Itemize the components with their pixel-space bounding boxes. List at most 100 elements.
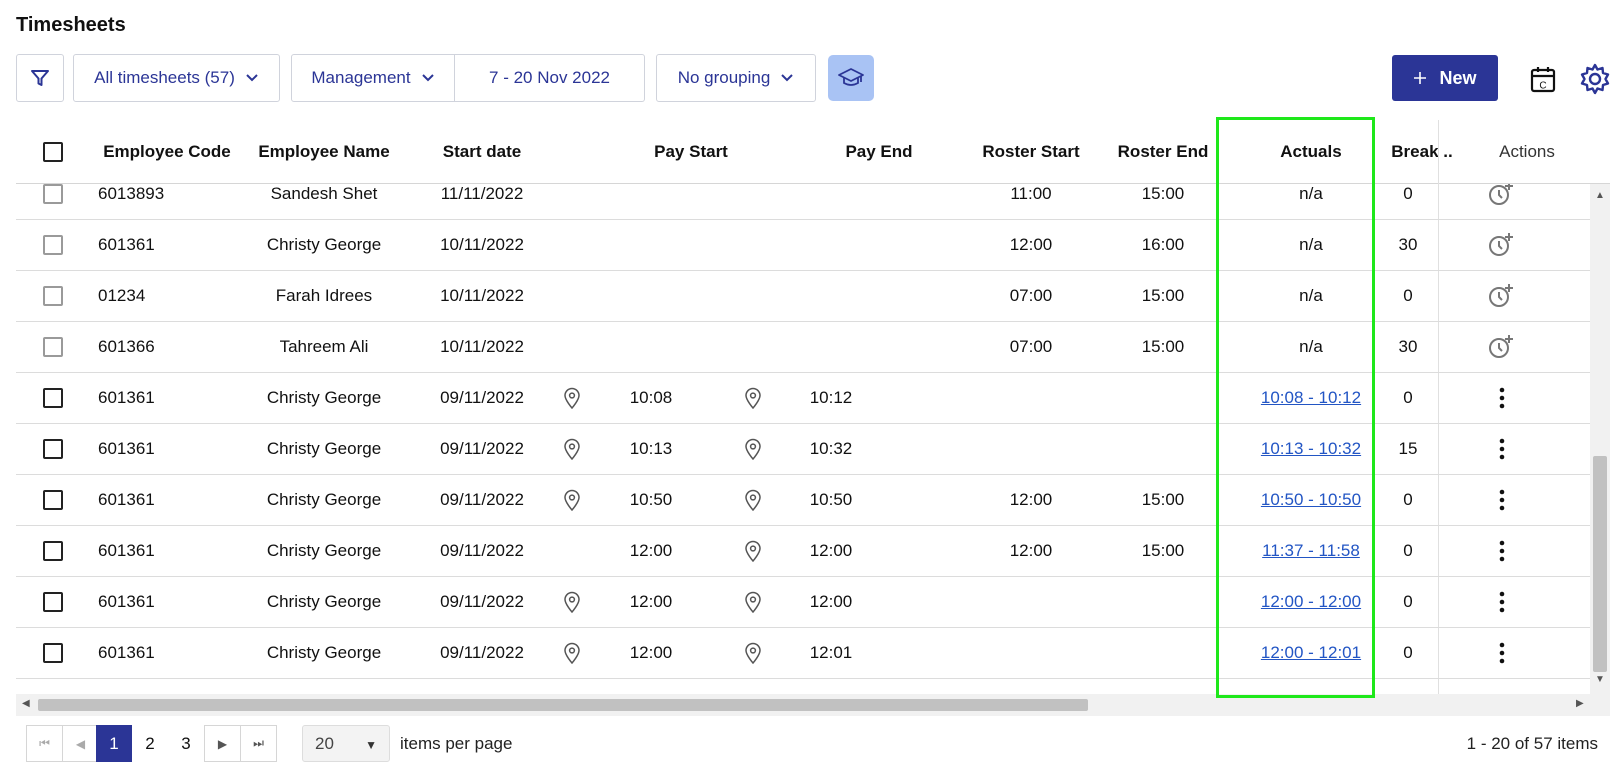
clock-plus-icon[interactable] (1486, 321, 1516, 372)
row-checkbox[interactable] (43, 540, 63, 561)
location-pin-icon[interactable] (562, 627, 582, 678)
location-pin-icon[interactable] (743, 525, 763, 576)
actuals-link[interactable]: 11:37 - 11:58 (1262, 541, 1360, 561)
break-minutes: 15 (1398, 438, 1418, 458)
grouping-dropdown[interactable]: No grouping (656, 54, 816, 102)
actuals-link[interactable]: 10:08 - 10:12 (1261, 388, 1361, 408)
row-checkbox[interactable] (43, 591, 63, 612)
pay-end: 10:32 (809, 438, 853, 458)
row-checkbox[interactable] (43, 234, 63, 255)
filter-button[interactable] (16, 54, 64, 102)
clock-plus-icon[interactable] (1486, 184, 1516, 219)
pay-end: 10:50 (809, 489, 853, 509)
row-checkbox[interactable] (43, 184, 63, 204)
location-pin-icon[interactable] (743, 576, 763, 627)
roster-end (1108, 627, 1218, 678)
employee-name: Christy George (266, 489, 382, 509)
location-pin-icon[interactable] (743, 372, 763, 423)
range-info: 1 - 20 of 57 items (1466, 734, 1598, 753)
table-row[interactable]: 6013893 Sandesh Shet 11/11/2022 11:00 15:00 n… (16, 184, 1590, 220)
kebab-menu-icon[interactable] (1492, 474, 1512, 525)
actuals-value: n/a (1299, 336, 1323, 356)
new-button-label: New (1439, 67, 1477, 88)
horizontal-scroll-thumb[interactable] (38, 699, 1088, 711)
vertical-scroll-thumb[interactable] (1593, 456, 1607, 672)
calendar-button[interactable]: C (1528, 64, 1558, 94)
row-checkbox[interactable] (43, 642, 63, 663)
training-button[interactable] (828, 55, 874, 101)
date-range-label: 7 - 20 Nov 2022 (489, 68, 610, 87)
pay-end (796, 184, 866, 219)
timesheet-filter-dropdown[interactable]: All timesheets (57) (73, 54, 280, 102)
row-checkbox-cell (40, 576, 66, 627)
page-2-button[interactable]: 2 (132, 725, 168, 762)
col-start-date[interactable]: Start date (416, 120, 548, 183)
scroll-left-icon[interactable]: ◀ (22, 698, 30, 709)
table-row[interactable]: 01234 Farah Idrees 10/11/2022 07:00 15:00 n/a… (16, 270, 1590, 322)
table-row[interactable]: 601361 Christy George 09/11/2022 10:08 10:12… (16, 372, 1590, 424)
settings-button[interactable] (1578, 62, 1612, 96)
col-employee-code[interactable]: Employee Code (96, 120, 238, 183)
date-range-picker[interactable]: 7 - 20 Nov 2022 (455, 54, 645, 102)
row-checkbox[interactable] (43, 438, 63, 459)
table-row[interactable]: 601361 Christy George 09/11/2022 12:00 12:00… (16, 525, 1590, 577)
row-checkbox[interactable] (43, 489, 63, 510)
scroll-down-icon[interactable]: ▼ (1595, 674, 1605, 685)
prev-page-button[interactable]: ◀ (62, 725, 99, 762)
col-break[interactable]: Break .. (1388, 120, 1456, 183)
row-checkbox[interactable] (43, 285, 63, 306)
first-page-button[interactable]: ⏮ (26, 725, 63, 762)
table-row[interactable]: 601361 Christy George 09/11/2022 10:50 10:50… (16, 474, 1590, 526)
actuals-link[interactable]: 12:00 - 12:01 (1261, 643, 1361, 663)
actuals-link[interactable]: 10:13 - 10:32 (1261, 439, 1361, 459)
location-pin-icon[interactable] (743, 474, 763, 525)
horizontal-scrollbar[interactable]: ◀ ▶ (16, 694, 1610, 716)
location-pin-icon[interactable] (743, 423, 763, 474)
row-checkbox-cell (40, 627, 66, 678)
actuals-cell: 11:37 - 11:58 (1236, 525, 1386, 576)
page-1-button[interactable]: 1 (96, 725, 132, 762)
col-pay-end[interactable]: Pay End (834, 120, 924, 183)
vertical-scrollbar[interactable]: ▲ ▼ (1590, 184, 1610, 694)
table-row[interactable]: 601366 Tahreem Ali 10/11/2022 07:00 15:00 n/a… (16, 321, 1590, 373)
page-title: Timesheets (16, 14, 126, 36)
location-dropdown[interactable]: Management (291, 54, 455, 102)
actuals-link[interactable]: 10:50 - 10:50 (1261, 490, 1361, 510)
actuals-link[interactable]: 12:00 - 12:00 (1261, 592, 1361, 612)
kebab-menu-icon[interactable] (1492, 423, 1512, 474)
row-checkbox[interactable] (43, 387, 63, 408)
col-roster-start[interactable]: Roster Start (976, 120, 1086, 183)
col-employee-name[interactable]: Employee Name (254, 120, 394, 183)
location-pin-icon[interactable] (562, 423, 582, 474)
last-page-button[interactable]: ⏭ (240, 725, 277, 762)
first-page-icon: ⏮ (39, 736, 50, 750)
page-size-select[interactable]: 20 ▼ (302, 725, 390, 762)
kebab-menu-icon[interactable] (1492, 627, 1512, 678)
table-row[interactable]: 601361 Christy George 09/11/2022 12:00 12:01… (16, 627, 1590, 679)
pay-end (796, 321, 866, 372)
row-checkbox[interactable] (43, 336, 63, 357)
table-row[interactable]: 601361 Christy George 10/11/2022 12:00 16:00… (16, 219, 1590, 271)
table-row[interactable]: 601361 Christy George 09/11/2022 12:00 12:00… (16, 576, 1590, 628)
clock-plus-icon[interactable] (1486, 219, 1516, 270)
location-pin-icon[interactable] (743, 627, 763, 678)
col-pay-start[interactable]: Pay Start (646, 120, 736, 183)
pay-end: 10:12 (809, 387, 853, 407)
new-timesheet-button[interactable]: New (1392, 55, 1498, 101)
table-row[interactable]: 601361 Christy George 09/11/2022 10:13 10:32… (16, 423, 1590, 475)
kebab-menu-icon[interactable] (1492, 525, 1512, 576)
select-all-checkbox[interactable] (43, 141, 63, 162)
clock-plus-icon[interactable] (1486, 270, 1516, 321)
col-roster-end[interactable]: Roster End (1108, 120, 1218, 183)
page-3-button[interactable]: 3 (168, 725, 204, 762)
col-actuals[interactable]: Actuals (1236, 120, 1386, 183)
kebab-menu-icon[interactable] (1492, 372, 1512, 423)
grid-body: 6013893 Sandesh Shet 11/11/2022 11:00 15:00 n… (16, 184, 1590, 694)
kebab-menu-icon[interactable] (1492, 576, 1512, 627)
location-pin-icon[interactable] (562, 576, 582, 627)
scroll-up-icon[interactable]: ▲ (1595, 190, 1605, 201)
location-pin-icon[interactable] (562, 372, 582, 423)
location-pin-icon[interactable] (562, 474, 582, 525)
next-page-button[interactable]: ▶ (204, 725, 241, 762)
scroll-right-icon[interactable]: ▶ (1576, 698, 1584, 709)
